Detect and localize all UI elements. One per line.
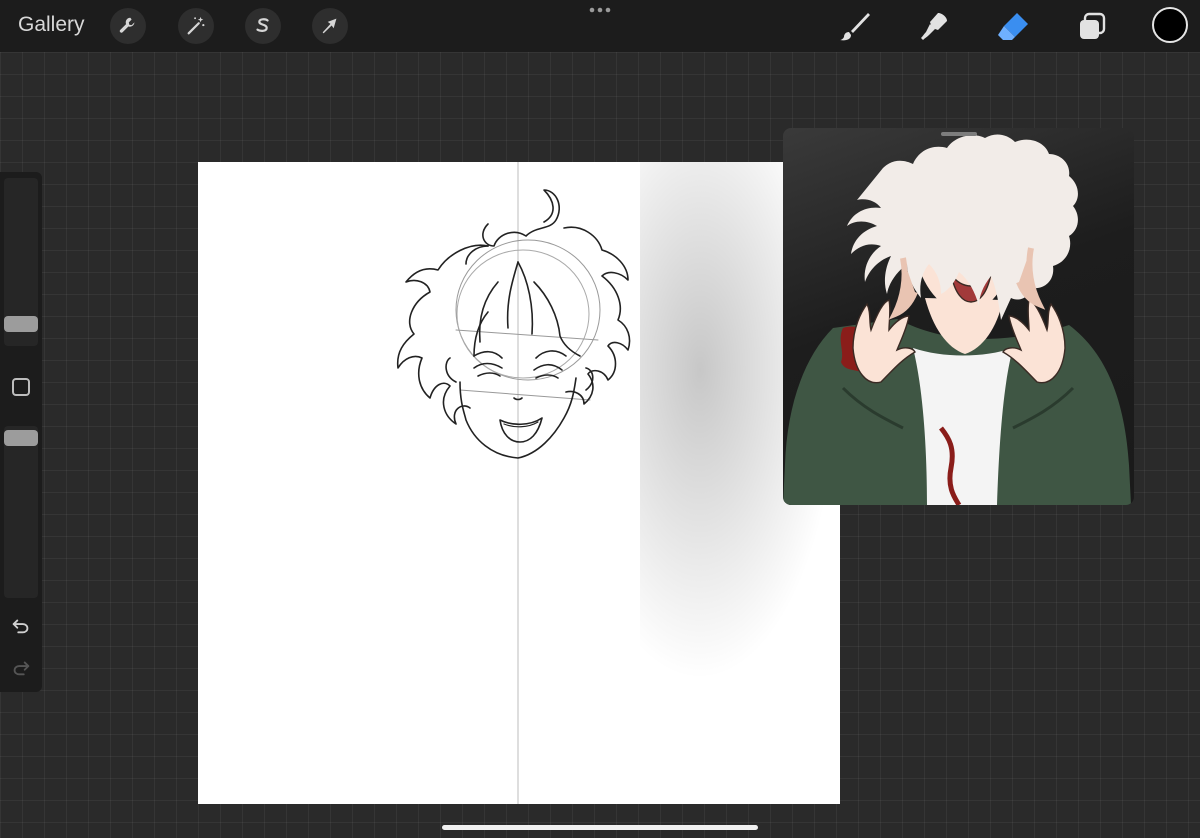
ellipsis-icon[interactable]	[588, 4, 612, 16]
top-toolbar: Gallery	[0, 0, 1200, 52]
reference-drag-handle[interactable]	[941, 132, 977, 136]
layers-button[interactable]	[1073, 8, 1111, 46]
magic-wand-icon	[187, 16, 205, 35]
selection-s-icon	[256, 18, 269, 32]
home-indicator[interactable]	[442, 825, 758, 830]
drawing-canvas[interactable]	[198, 162, 840, 804]
smudge-icon	[921, 13, 947, 40]
redo-icon[interactable]	[10, 656, 32, 678]
layers-icon	[1080, 12, 1106, 39]
procreate-app: Gallery	[0, 0, 1200, 838]
square-modify-icon[interactable]	[12, 378, 30, 396]
opacity-slider[interactable]	[4, 426, 38, 598]
brush-icon	[840, 13, 870, 41]
eraser-icon	[998, 13, 1028, 40]
pencil-sketch	[396, 162, 631, 804]
color-picker-button[interactable]	[1152, 7, 1188, 43]
selection-button[interactable]	[245, 8, 281, 44]
gallery-button[interactable]: Gallery	[18, 13, 85, 37]
size-slider-thumb[interactable]	[4, 316, 38, 332]
transform-button[interactable]	[312, 8, 348, 44]
eraser-tool-button[interactable]	[994, 8, 1032, 46]
brush-tool-button[interactable]	[836, 8, 874, 46]
arrow-cursor-icon	[322, 18, 337, 34]
wrench-icon	[119, 17, 135, 33]
opacity-slider-thumb[interactable]	[4, 430, 38, 446]
reference-window[interactable]	[783, 128, 1134, 505]
adjustments-button[interactable]	[178, 8, 214, 44]
actions-button[interactable]	[110, 8, 146, 44]
reference-illustration	[783, 134, 1131, 505]
left-sidebar	[0, 172, 42, 692]
undo-icon[interactable]	[10, 614, 32, 636]
smudge-tool-button[interactable]	[915, 8, 953, 46]
